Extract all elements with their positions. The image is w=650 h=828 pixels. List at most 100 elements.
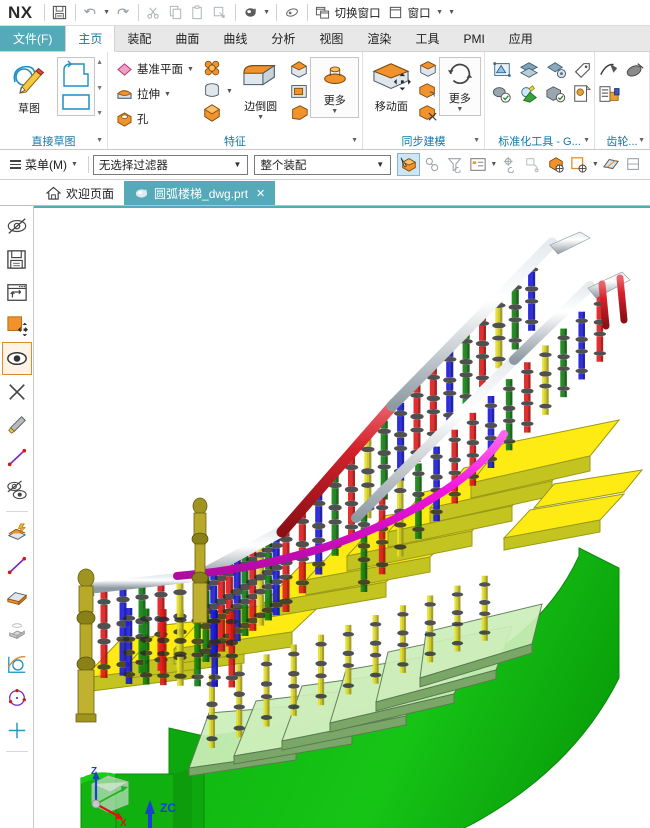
save-icon[interactable] xyxy=(2,243,32,276)
tab-application[interactable]: 应用 xyxy=(497,26,545,51)
tab-view[interactable]: 视图 xyxy=(307,26,355,51)
switch-window-icon[interactable] xyxy=(312,2,334,24)
spur-gear-icon[interactable] xyxy=(598,60,620,80)
gallery-expand-icon[interactable]: ▼ xyxy=(96,110,103,117)
chevron-down-icon[interactable]: ▼ xyxy=(71,161,78,168)
chevron-down-icon[interactable]: ▼ xyxy=(456,106,463,113)
chevron-down-icon[interactable]: ▼ xyxy=(331,108,338,115)
chevron-down-icon[interactable]: ▼ xyxy=(489,154,498,176)
undo-icon[interactable] xyxy=(80,2,102,24)
hide-icon[interactable] xyxy=(2,210,32,243)
scroll-down-icon[interactable]: ▼ xyxy=(96,85,103,92)
chevron-down-icon[interactable]: ▼ xyxy=(96,137,103,144)
part-navigator-icon[interactable] xyxy=(466,153,489,176)
render-group[interactable]: ▼ xyxy=(240,2,272,24)
redo-icon[interactable] xyxy=(112,2,134,24)
chevron-down-icon[interactable]: ▼ xyxy=(164,91,171,98)
revolve-icon[interactable] xyxy=(201,81,223,101)
report-icon[interactable] xyxy=(572,84,592,104)
scroll-up-icon[interactable]: ▲ xyxy=(96,59,103,66)
tab-curve[interactable]: 曲线 xyxy=(211,26,259,51)
trim-body-icon[interactable] xyxy=(288,81,310,101)
move-face-button[interactable]: 移动面 xyxy=(366,57,417,114)
shell-icon[interactable] xyxy=(201,103,223,123)
paste-special-icon[interactable] xyxy=(209,2,231,24)
point-dialog-icon[interactable] xyxy=(568,153,591,176)
select-feature-icon[interactable] xyxy=(420,153,443,176)
tab-analysis[interactable]: 分析 xyxy=(259,26,307,51)
chevron-down-icon[interactable]: ▼ xyxy=(230,160,246,169)
qat-overflow-icon[interactable]: ▼ xyxy=(445,2,459,24)
edge-blend-button[interactable]: 边倒圆 ▼ xyxy=(233,57,289,121)
chevron-down-icon[interactable]: ▼ xyxy=(372,160,388,169)
tab-pmi[interactable]: PMI xyxy=(451,26,496,51)
chevron-down-icon[interactable]: ▼ xyxy=(583,137,590,144)
tab-assembly[interactable]: 装配 xyxy=(115,26,163,51)
wcs-origin-icon[interactable] xyxy=(545,153,568,176)
more-sync-button[interactable]: 更多 ▼ xyxy=(439,57,481,116)
scissors-icon[interactable] xyxy=(143,2,165,24)
csys-icon[interactable] xyxy=(623,153,646,176)
sheet-body-icon[interactable] xyxy=(2,582,32,615)
chevron-down-icon[interactable]: ▼ xyxy=(262,2,272,24)
selection-filter-combo[interactable]: 无选择过滤器 ▼ xyxy=(93,155,249,175)
switch-window-button[interactable]: 切换窗口 xyxy=(312,2,385,24)
eraser-icon[interactable] xyxy=(281,2,303,24)
chevron-down-icon[interactable]: ▼ xyxy=(226,88,233,95)
reuse-library-icon[interactable] xyxy=(491,60,513,80)
snap-curve-icon[interactable] xyxy=(522,153,545,176)
hole-button[interactable]: 孔 xyxy=(113,107,197,131)
more-feature-button[interactable]: 更多 ▼ xyxy=(310,57,359,118)
paint-brush-icon[interactable] xyxy=(2,408,32,441)
chevron-down-icon[interactable]: ▼ xyxy=(187,66,194,73)
graphics-viewport[interactable]: Z X ZC YC xyxy=(34,206,650,828)
requirements-icon[interactable] xyxy=(518,84,540,104)
sketch-tools-box[interactable] xyxy=(57,57,95,116)
draft-icon[interactable] xyxy=(288,103,310,123)
validate-icon[interactable] xyxy=(545,84,567,104)
tag-icon[interactable] xyxy=(572,60,592,80)
selection-scope-combo[interactable]: 整个装配 ▼ xyxy=(254,155,391,175)
layers-icon[interactable] xyxy=(518,60,540,80)
paste-icon[interactable] xyxy=(187,2,209,24)
menu-button[interactable]: 菜单(M) ▼ xyxy=(4,154,84,176)
chevron-down-icon[interactable]: ▼ xyxy=(257,114,264,121)
chevron-down-icon[interactable]: ▼ xyxy=(638,137,645,144)
doc-tab-welcome[interactable]: 欢迎页面 xyxy=(36,181,124,205)
chevron-down-icon[interactable]: ▼ xyxy=(591,154,600,176)
plane-dialog-icon[interactable] xyxy=(600,153,623,176)
bevel-gear-icon[interactable] xyxy=(624,60,646,80)
close-icon[interactable]: ✕ xyxy=(256,187,265,200)
chevron-down-icon[interactable]: ▼ xyxy=(473,137,480,144)
sketch-gallery-scroll[interactable]: ▲ ▼ ▼ xyxy=(95,57,104,119)
select-object-icon[interactable] xyxy=(397,153,420,176)
move-object-icon[interactable] xyxy=(2,309,32,342)
show-object-icon[interactable] xyxy=(2,342,32,375)
sketch-button[interactable]: 草图 xyxy=(3,57,55,116)
pattern-feature-icon[interactable] xyxy=(201,59,223,79)
datum-plane-button[interactable]: 基准平面 ▼ xyxy=(113,57,197,81)
tab-render[interactable]: 渲染 xyxy=(355,26,403,51)
tab-tools[interactable]: 工具 xyxy=(403,26,451,51)
delete-icon[interactable] xyxy=(2,375,32,408)
chevron-down-icon[interactable]: ▼ xyxy=(102,2,112,24)
check-mate-icon[interactable] xyxy=(491,84,513,104)
copy-face-icon[interactable] xyxy=(417,59,439,79)
tab-home[interactable]: 主页 xyxy=(65,26,115,52)
tab-file[interactable]: 文件(F) xyxy=(0,26,65,51)
fold-icon[interactable] xyxy=(2,516,32,549)
chevron-down-icon[interactable]: ▼ xyxy=(435,2,445,24)
window-export-icon[interactable] xyxy=(2,276,32,309)
point-plus-icon[interactable] xyxy=(2,714,32,747)
snap-point-icon[interactable] xyxy=(499,153,522,176)
extrude-button[interactable]: 拉伸 ▼ xyxy=(113,82,197,106)
gear-table-icon[interactable] xyxy=(598,84,622,104)
chevron-down-icon[interactable]: ▼ xyxy=(351,137,358,144)
doc-tab-part[interactable]: 圆弧楼梯_dwg.prt ✕ xyxy=(124,181,275,205)
window-icon[interactable] xyxy=(385,2,407,24)
extrude-gray-icon[interactable] xyxy=(2,615,32,648)
line2-icon[interactable] xyxy=(2,549,32,582)
tab-surface[interactable]: 曲面 xyxy=(163,26,211,51)
part-family-icon[interactable] xyxy=(545,60,567,80)
delete-face-icon[interactable] xyxy=(417,81,439,101)
